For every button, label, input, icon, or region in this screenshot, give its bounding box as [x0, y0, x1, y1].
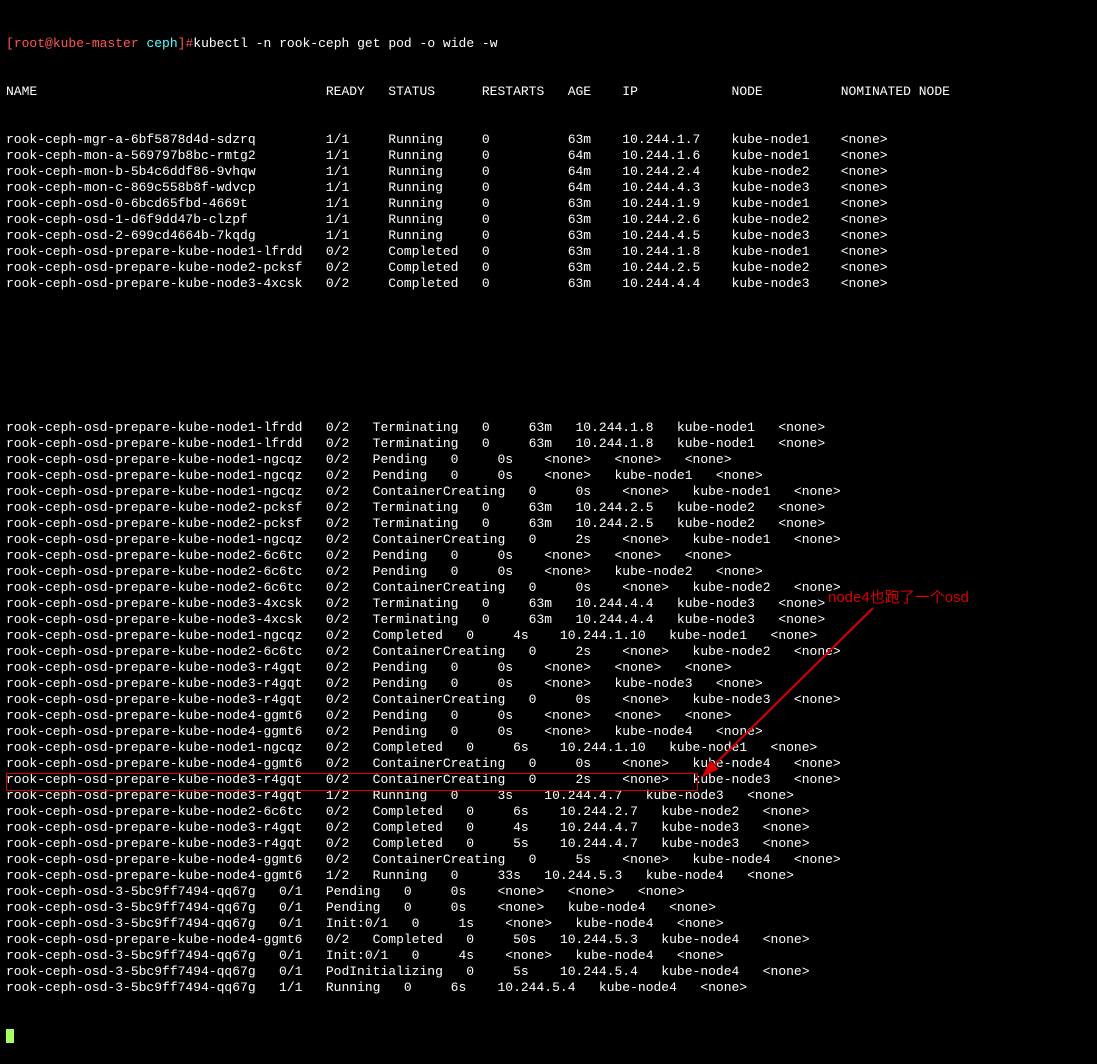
- table-row: rook-ceph-osd-0-6bcd65fbd-4669t 1/1 Runn…: [6, 196, 1091, 212]
- table-row: rook-ceph-osd-prepare-kube-node2-6c6tc 0…: [6, 548, 1091, 564]
- table-row: rook-ceph-osd-prepare-kube-node1-ngcqz 0…: [6, 452, 1091, 468]
- table-row: rook-ceph-osd-prepare-kube-node2-pcksf 0…: [6, 516, 1091, 532]
- table-row: rook-ceph-osd-prepare-kube-node3-4xcsk 0…: [6, 276, 1091, 292]
- table-row: rook-ceph-osd-3-5bc9ff7494-qq67g 1/1 Run…: [6, 980, 1091, 996]
- table-row: rook-ceph-osd-3-5bc9ff7494-qq67g 0/1 Pen…: [6, 900, 1091, 916]
- command-text: kubectl -n rook-ceph get pod -o wide -w: [193, 36, 497, 51]
- table-row: rook-ceph-osd-prepare-kube-node1-lfrdd 0…: [6, 436, 1091, 452]
- table-row: rook-ceph-osd-prepare-kube-node3-4xcsk 0…: [6, 612, 1091, 628]
- table-row: rook-ceph-osd-prepare-kube-node1-ngcqz 0…: [6, 484, 1091, 500]
- terminal-output[interactable]: [root@kube-master ceph]#kubectl -n rook-…: [0, 0, 1097, 1064]
- table-header: NAME READY STATUS RESTARTS AGE IP NODE N…: [6, 84, 1091, 100]
- table-row: rook-ceph-osd-prepare-kube-node4-ggmt6 1…: [6, 868, 1091, 884]
- table-row: rook-ceph-osd-prepare-kube-node4-ggmt6 0…: [6, 708, 1091, 724]
- table-row: rook-ceph-osd-prepare-kube-node2-6c6tc 0…: [6, 644, 1091, 660]
- table-row: rook-ceph-osd-prepare-kube-node4-ggmt6 0…: [6, 756, 1091, 772]
- table-row: rook-ceph-osd-3-5bc9ff7494-qq67g 0/1 Ini…: [6, 916, 1091, 932]
- table-row: rook-ceph-osd-prepare-kube-node1-ngcqz 0…: [6, 628, 1091, 644]
- table-row: rook-ceph-mon-b-5b4c6ddf86-9vhqw 1/1 Run…: [6, 164, 1091, 180]
- table-row: rook-ceph-osd-prepare-kube-node3-r4gqt 0…: [6, 820, 1091, 836]
- table-row: rook-ceph-osd-prepare-kube-node2-6c6tc 0…: [6, 804, 1091, 820]
- prompt-cwd: ceph: [146, 36, 177, 51]
- table-row: rook-ceph-osd-prepare-kube-node3-r4gqt 0…: [6, 660, 1091, 676]
- prompt-line: [root@kube-master ceph]#kubectl -n rook-…: [6, 36, 1091, 52]
- table-row: rook-ceph-osd-3-5bc9ff7494-qq67g 0/1 Pod…: [6, 964, 1091, 980]
- highlight-box: [6, 773, 698, 791]
- table-row: rook-ceph-osd-prepare-kube-node2-pcksf 0…: [6, 500, 1091, 516]
- table-row: rook-ceph-mon-c-869c558b8f-wdvcp 1/1 Run…: [6, 180, 1091, 196]
- table-row: rook-ceph-osd-prepare-kube-node1-lfrdd 0…: [6, 420, 1091, 436]
- table-row: rook-ceph-osd-prepare-kube-node1-lfrdd 0…: [6, 244, 1091, 260]
- arrow-icon: [693, 598, 883, 788]
- table-row: rook-ceph-osd-prepare-kube-node4-ggmt6 0…: [6, 932, 1091, 948]
- cursor-line: [6, 1028, 1091, 1044]
- table-row: rook-ceph-osd-3-5bc9ff7494-qq67g 0/1 Pen…: [6, 884, 1091, 900]
- table-row: rook-ceph-osd-prepare-kube-node1-ngcqz 0…: [6, 468, 1091, 484]
- table-row: rook-ceph-osd-prepare-kube-node3-r4gqt 0…: [6, 692, 1091, 708]
- cursor-icon: [6, 1029, 14, 1043]
- table-row: rook-ceph-osd-prepare-kube-node4-ggmt6 0…: [6, 724, 1091, 740]
- table-row: rook-ceph-mon-a-569797b8bc-rmtg2 1/1 Run…: [6, 148, 1091, 164]
- table-row: rook-ceph-mgr-a-6bf5878d4d-sdzrq 1/1 Run…: [6, 132, 1091, 148]
- table-row: rook-ceph-osd-prepare-kube-node1-ngcqz 0…: [6, 740, 1091, 756]
- prompt-user: root@kube-master: [14, 36, 139, 51]
- table-row: rook-ceph-osd-prepare-kube-node4-ggmt6 0…: [6, 852, 1091, 868]
- table-row: rook-ceph-osd-3-5bc9ff7494-qq67g 0/1 Ini…: [6, 948, 1091, 964]
- table-row: rook-ceph-osd-1-d6f9dd47b-clzpf 1/1 Runn…: [6, 212, 1091, 228]
- table-row: rook-ceph-osd-prepare-kube-node3-r4gqt 0…: [6, 676, 1091, 692]
- table-row: rook-ceph-osd-prepare-kube-node2-6c6tc 0…: [6, 564, 1091, 580]
- table-row: rook-ceph-osd-2-699cd4664b-7kqdg 1/1 Run…: [6, 228, 1091, 244]
- table-row: rook-ceph-osd-prepare-kube-node1-ngcqz 0…: [6, 532, 1091, 548]
- table-row: rook-ceph-osd-prepare-kube-node2-pcksf 0…: [6, 260, 1091, 276]
- table-row: rook-ceph-osd-prepare-kube-node3-r4gqt 0…: [6, 836, 1091, 852]
